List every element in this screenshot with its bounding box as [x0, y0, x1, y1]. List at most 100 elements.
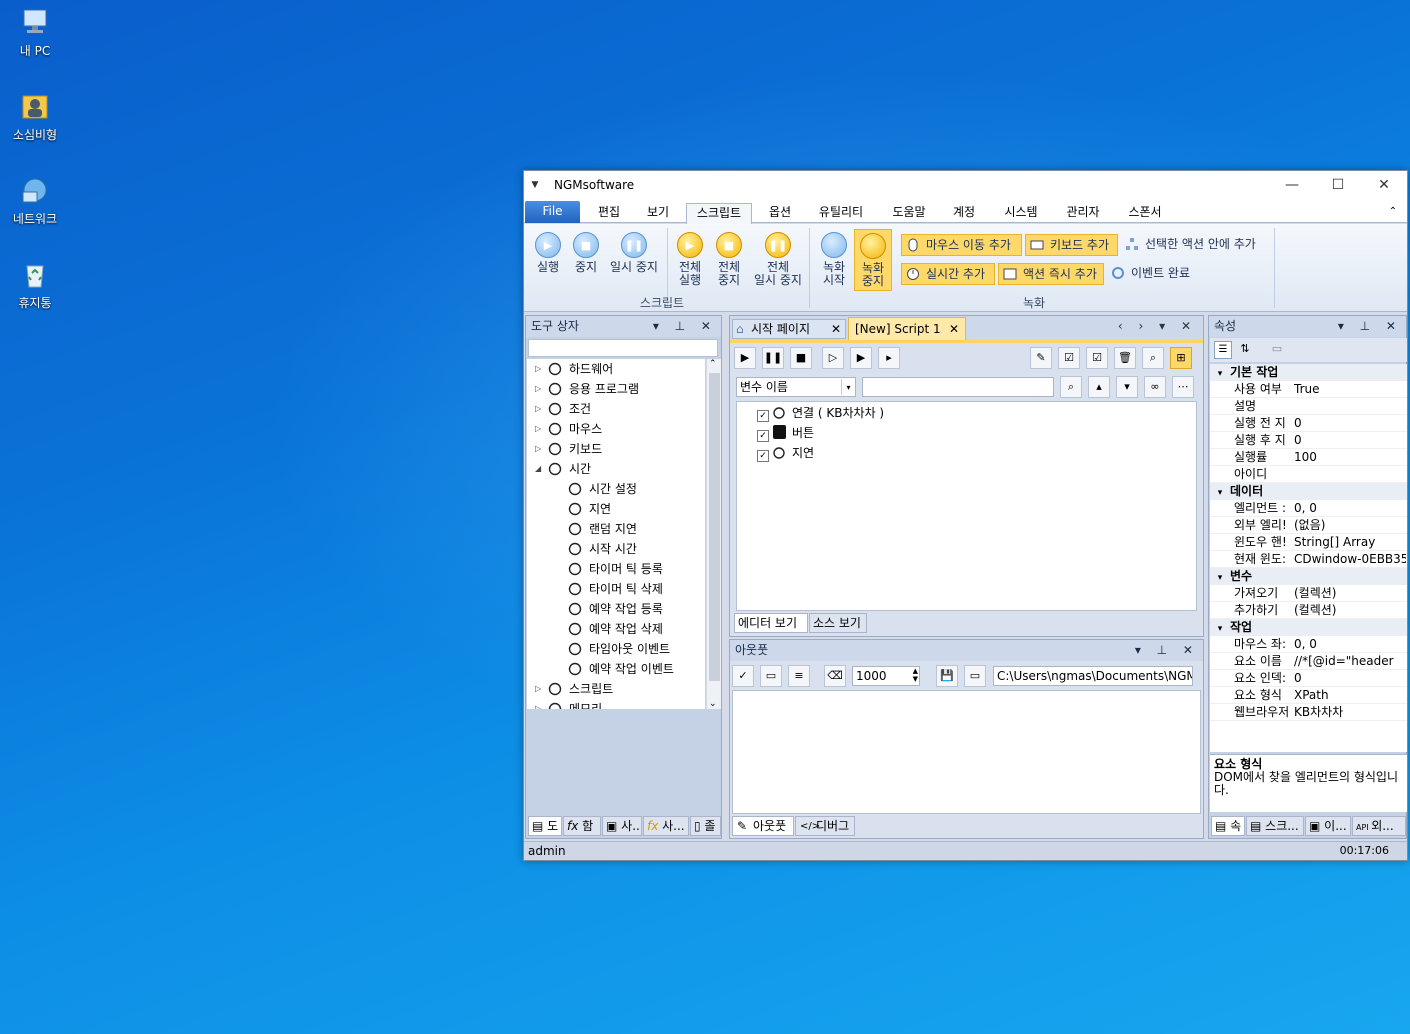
- toolbox-item[interactable]: 응용 프로그램: [547, 379, 639, 399]
- tab-sponsor[interactable]: 스폰서: [1118, 203, 1172, 223]
- close-tab-icon[interactable]: ✕: [831, 320, 841, 339]
- toolbox-item[interactable]: 시간 설정: [567, 479, 637, 499]
- tab-admin[interactable]: 관리자: [1056, 203, 1110, 223]
- panel-pin-close-icons[interactable]: ▾ ⊥ ✕: [1338, 316, 1402, 336]
- run-all-button[interactable]: ▶ 전체 실행: [672, 232, 708, 287]
- property-value[interactable]: 0, 0: [1294, 636, 1406, 653]
- property-row[interactable]: 아이디: [1210, 466, 1407, 483]
- more-icon[interactable]: ⋯: [1172, 376, 1194, 398]
- variable-select[interactable]: 변수 이름 ▾: [736, 377, 856, 397]
- list-icon[interactable]: ≡: [788, 665, 810, 687]
- sort-az-icon[interactable]: ⇅: [1236, 341, 1254, 359]
- tab-nav-icons[interactable]: ‹ › ▾ ✕: [1118, 319, 1197, 333]
- property-row[interactable]: 추가하기 (컬렉션): [1210, 602, 1407, 619]
- property-row[interactable]: 실행 전 지 0: [1210, 415, 1407, 432]
- toolbox-item[interactable]: 지연: [567, 499, 611, 519]
- checkbox-checked-icon[interactable]: ✓: [757, 430, 769, 442]
- tab-file[interactable]: File: [525, 201, 580, 223]
- run-item-icon[interactable]: ▸: [878, 347, 900, 369]
- run-button[interactable]: ▶ 실행: [530, 232, 566, 274]
- tab-output[interactable]: ✎ 아웃풋: [732, 816, 794, 836]
- property-value[interactable]: XPath: [1294, 687, 1406, 704]
- minimize-icon[interactable]: —: [1269, 171, 1315, 199]
- stop-icon[interactable]: ■: [790, 347, 812, 369]
- toolbox-item[interactable]: 예약 작업 이벤트: [567, 659, 674, 679]
- pause-button[interactable]: ❚❚ 일시 중지: [606, 232, 662, 274]
- property-value[interactable]: String[] Array: [1294, 534, 1406, 551]
- property-row[interactable]: 실행 후 지 0: [1210, 432, 1407, 449]
- toolbox-item[interactable]: 예약 작업 등록: [567, 599, 663, 619]
- expand-arrow-icon[interactable]: ▷: [535, 684, 541, 693]
- desktop-icon-network[interactable]: 네트워크: [6, 174, 64, 227]
- toolbox-item[interactable]: 마우스: [547, 419, 602, 439]
- property-row[interactable]: 요소 형식 XPath: [1210, 687, 1407, 704]
- stop-all-button[interactable]: ■ 전체 중지: [711, 232, 747, 287]
- toolbox-item[interactable]: 메모리: [547, 699, 602, 709]
- eraser-icon[interactable]: ⌫: [824, 665, 846, 687]
- output-path-field[interactable]: C:\Users\ngmas\Documents\NGM6\: [993, 666, 1193, 686]
- property-row[interactable]: 웹브라우저 KB차차차: [1210, 704, 1407, 721]
- tab-options[interactable]: 옵션: [760, 203, 800, 223]
- search-icon[interactable]: ⌕: [1060, 376, 1082, 398]
- scroll-up-icon[interactable]: ⌃: [709, 359, 717, 369]
- expand-arrow-icon[interactable]: ▷: [535, 384, 541, 393]
- property-row[interactable]: 엘리먼트 : 0, 0: [1210, 500, 1407, 517]
- desktop-icon-user-folder[interactable]: 소심비형: [6, 90, 64, 143]
- property-row[interactable]: 윈도우 핸! String[] Array: [1210, 534, 1407, 551]
- tab-debug[interactable]: </> 디버그: [795, 816, 855, 836]
- toolbox-item[interactable]: 시작 시간: [567, 539, 637, 559]
- script-node[interactable]: ✓ 지연: [757, 443, 814, 463]
- desktop-icon-my-pc[interactable]: 내 PC: [6, 6, 64, 59]
- tab-user-actions[interactable]: ▣ 사...: [602, 816, 642, 836]
- stop-button[interactable]: ■ 중지: [568, 232, 604, 274]
- property-value[interactable]: 100: [1294, 449, 1406, 466]
- property-category[interactable]: ▾ 작업: [1210, 619, 1407, 636]
- property-value[interactable]: 0, 0: [1294, 500, 1406, 517]
- arrow-down-icon[interactable]: ▾: [1116, 376, 1138, 398]
- property-category[interactable]: ▾ 변수: [1210, 568, 1407, 585]
- tab-account[interactable]: 계정: [944, 203, 984, 223]
- property-value[interactable]: (컬렉션): [1294, 602, 1406, 619]
- toolbox-item[interactable]: 키보드: [547, 439, 602, 459]
- tab-favorites[interactable]: ▯ 졸: [690, 816, 721, 836]
- checkbox-checked-icon[interactable]: ✓: [757, 410, 769, 422]
- toolbox-item[interactable]: 스크립트: [547, 679, 613, 699]
- search-icon[interactable]: ⌕: [1142, 347, 1164, 369]
- tab-view[interactable]: 보기: [638, 203, 678, 223]
- property-row[interactable]: 현재 윈도: CDwindow-0EBB350: [1210, 551, 1407, 568]
- property-row[interactable]: 요소 이름 //*[@id="header: [1210, 653, 1407, 670]
- check-all-icon[interactable]: ☑: [1058, 347, 1080, 369]
- property-value[interactable]: 0: [1294, 670, 1406, 687]
- title-bar[interactable]: ▼ NGMsoftware — ☐ ✕: [524, 171, 1407, 199]
- property-value[interactable]: CDwindow-0EBB350: [1294, 551, 1406, 568]
- categorized-icon[interactable]: ☰: [1214, 341, 1232, 359]
- tab-utility[interactable]: 유틸리티: [809, 203, 873, 223]
- add-action-now-button[interactable]: 액션 즉시 추가: [998, 263, 1104, 285]
- expand-arrow-icon[interactable]: ▷: [535, 364, 541, 373]
- pause-all-button[interactable]: ❚❚ 전체 일시 중지: [750, 232, 806, 287]
- toolbox-item[interactable]: 타이머 틱 삭제: [567, 579, 663, 599]
- clear-output-icon[interactable]: ✓: [732, 665, 754, 687]
- tab-system[interactable]: 시스템: [994, 203, 1048, 223]
- edit-image-icon[interactable]: ✎: [1030, 347, 1052, 369]
- tab-edit[interactable]: 편집: [589, 203, 629, 223]
- property-row[interactable]: 가져오기 (컬렉션): [1210, 585, 1407, 602]
- checkbox-checked-icon[interactable]: ✓: [757, 450, 769, 462]
- toolbox-scrollbar[interactable]: ⌃ ⌄: [706, 359, 721, 709]
- play-icon[interactable]: ▶: [734, 347, 756, 369]
- property-row[interactable]: 요소 인덱: 0: [1210, 670, 1407, 687]
- line-count-stepper[interactable]: 1000 ▲ ▼: [852, 666, 920, 686]
- tab-user-functions[interactable]: fx 사...: [643, 816, 689, 836]
- tab-toolbox[interactable]: ▤ 도: [528, 816, 562, 836]
- record-start-button[interactable]: 녹화 시작: [816, 232, 852, 287]
- check-icon[interactable]: ☑: [1086, 347, 1108, 369]
- tab-script-explorer[interactable]: ▤ 스크...: [1246, 816, 1304, 836]
- delete-icon[interactable]: 🗑: [1114, 347, 1136, 369]
- record-stop-button[interactable]: 녹화 중지: [854, 229, 892, 291]
- property-row[interactable]: 외부 엘리! (없음): [1210, 517, 1407, 534]
- desktop-icon-recycle-bin[interactable]: 휴지통: [6, 258, 64, 311]
- chevron-down-icon[interactable]: ▾: [841, 379, 855, 395]
- close-icon[interactable]: ✕: [1361, 171, 1407, 199]
- close-tab-icon[interactable]: ✕: [949, 318, 959, 340]
- arrow-up-icon[interactable]: ▴: [1088, 376, 1110, 398]
